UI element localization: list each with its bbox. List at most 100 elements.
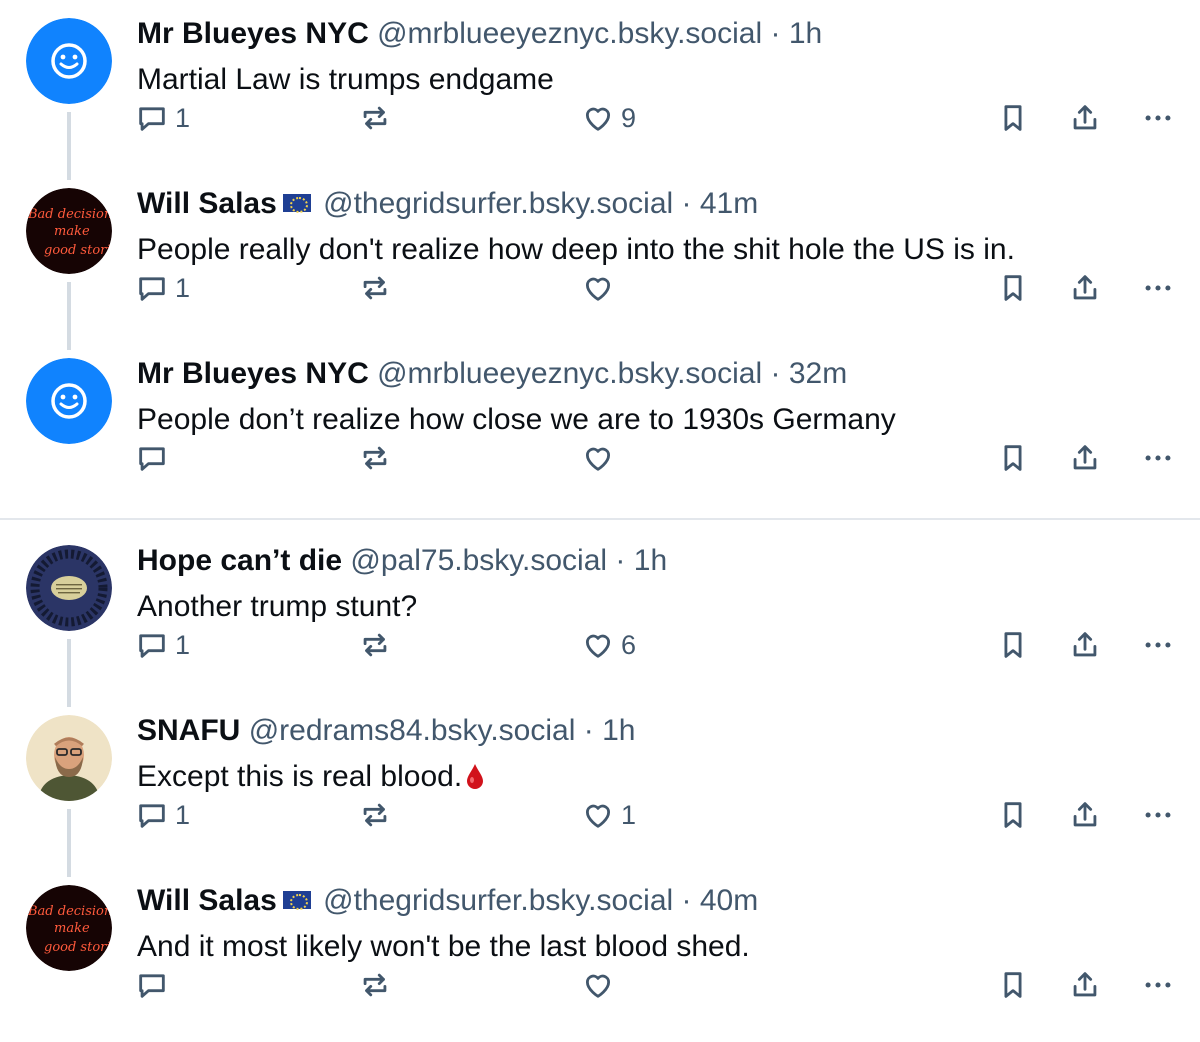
reply-button[interactable]: 1: [135, 625, 190, 665]
heart-icon: [585, 107, 611, 131]
heart-icon: [585, 447, 611, 471]
bookmark-button[interactable]: [996, 965, 1030, 1005]
avatar[interactable]: [26, 18, 112, 104]
author-name[interactable]: Mr Blueyes NYC: [137, 357, 369, 390]
more-dots-icon: [1145, 285, 1171, 291]
reply-bubble-icon: [139, 634, 165, 658]
reply-button[interactable]: 1: [135, 98, 190, 138]
repost-arrows-icon: [363, 276, 387, 300]
reply-button[interactable]: 1: [135, 268, 190, 308]
post[interactable]: SNAFU @redrams84.bsky.social · 1h Except…: [0, 691, 1200, 873]
post-time[interactable]: 40m: [700, 884, 758, 917]
author-name[interactable]: Hope can’t die: [137, 544, 342, 577]
post[interactable]: Mr Blueyes NYC @mrblueeyeznyc.bsky.socia…: [0, 0, 1200, 176]
post[interactable]: Bad decisions make good stories Will Sal…: [0, 861, 1200, 1037]
repost-button[interactable]: [358, 268, 392, 308]
share-button[interactable]: [1068, 965, 1102, 1005]
post-header: Mr Blueyes NYC @mrblueeyeznyc.bsky.socia…: [137, 354, 847, 394]
thread-line: [67, 164, 71, 180]
more-options-button[interactable]: [1141, 625, 1175, 665]
share-icon: [1073, 105, 1097, 130]
bookmark-button[interactable]: [996, 438, 1030, 478]
author-handle[interactable]: @mrblueeyeznyc.bsky.social: [377, 17, 762, 50]
smiley-default-avatar-icon: [26, 358, 112, 444]
author-name[interactable]: Will Salas: [137, 884, 277, 917]
thread-line: [67, 334, 71, 350]
post-actions: [0, 438, 1200, 478]
reply-button[interactable]: 1: [135, 795, 190, 835]
bookmark-icon: [1004, 632, 1022, 658]
thread-line: [67, 861, 71, 877]
author-handle[interactable]: @thegridsurfer.bsky.social: [323, 884, 673, 917]
repost-button[interactable]: [358, 98, 392, 138]
reply-count: 1: [175, 629, 191, 660]
post-time[interactable]: 1h: [634, 544, 667, 577]
reply-bubble-icon: [139, 447, 165, 471]
more-options-button[interactable]: [1141, 268, 1175, 308]
share-button[interactable]: [1068, 98, 1102, 138]
repost-button[interactable]: [358, 965, 392, 1005]
share-icon: [1073, 972, 1097, 997]
bookmark-icon: [1004, 275, 1022, 301]
bookmark-button[interactable]: [996, 268, 1030, 308]
post[interactable]: Bad decisions make good stories Will Sal…: [0, 164, 1200, 346]
author-name[interactable]: Mr Blueyes NYC: [137, 17, 369, 50]
bookmark-button[interactable]: [996, 625, 1030, 665]
bookmark-button[interactable]: [996, 795, 1030, 835]
like-button[interactable]: 9: [581, 98, 636, 138]
avatar[interactable]: Bad decisions make good stories: [26, 885, 112, 971]
repost-arrows-icon: [363, 633, 387, 657]
avatar[interactable]: Bad decisions make good stories: [26, 188, 112, 274]
post-text: People don’t realize how close we are to…: [137, 403, 896, 436]
like-button[interactable]: [581, 438, 621, 478]
author-handle[interactable]: @redrams84.bsky.social: [249, 714, 576, 747]
repost-button[interactable]: [358, 438, 392, 478]
bookmark-button[interactable]: [996, 98, 1030, 138]
more-options-button[interactable]: [1141, 438, 1175, 478]
post-header: SNAFU @redrams84.bsky.social · 1h: [137, 711, 635, 751]
thread-divider: [0, 518, 1200, 520]
post-time[interactable]: 1h: [789, 17, 822, 50]
author-handle[interactable]: @mrblueeyeznyc.bsky.social: [377, 357, 762, 390]
author-name[interactable]: SNAFU: [137, 714, 240, 747]
post[interactable]: Hope can’t die @pal75.bsky.social · 1h A…: [0, 527, 1200, 703]
more-options-button[interactable]: [1141, 795, 1175, 835]
share-button[interactable]: [1068, 795, 1102, 835]
repost-button[interactable]: [358, 625, 392, 665]
more-dots-icon: [1145, 642, 1171, 648]
reply-button[interactable]: [135, 965, 175, 1005]
author-handle[interactable]: @thegridsurfer.bsky.social: [323, 187, 673, 220]
author-name[interactable]: Will Salas: [137, 187, 277, 220]
more-options-button[interactable]: [1141, 98, 1175, 138]
reply-button[interactable]: [135, 438, 175, 478]
share-icon: [1073, 275, 1097, 300]
post[interactable]: Mr Blueyes NYC @mrblueeyeznyc.bsky.socia…: [0, 334, 1200, 510]
share-icon: [1073, 445, 1097, 470]
post-time[interactable]: 32m: [789, 357, 847, 390]
share-icon: [1073, 802, 1097, 827]
share-button[interactable]: [1068, 438, 1102, 478]
avatar[interactable]: [26, 358, 112, 444]
repost-button[interactable]: [358, 795, 392, 835]
more-options-button[interactable]: [1141, 965, 1175, 1005]
post-time[interactable]: 41m: [700, 187, 758, 220]
reply-count: 1: [175, 102, 191, 133]
post-actions: 1 9: [0, 98, 1200, 138]
like-button[interactable]: 6: [581, 625, 636, 665]
share-button[interactable]: [1068, 625, 1102, 665]
like-button[interactable]: [581, 965, 621, 1005]
post-time[interactable]: 1h: [602, 714, 635, 747]
like-button[interactable]: [581, 268, 621, 308]
post-text: Martial Law is trumps endgame: [137, 63, 554, 96]
avatar-sign-line: Bad decisions: [27, 207, 112, 222]
reply-bubble-icon: [139, 974, 165, 998]
avatar[interactable]: [26, 715, 112, 801]
avatar[interactable]: [26, 545, 112, 631]
eu-flag-icon: [282, 891, 311, 910]
like-button[interactable]: 1: [581, 795, 636, 835]
share-button[interactable]: [1068, 268, 1102, 308]
neon-sign-avatar-icon: Bad decisions make good stories: [26, 885, 112, 971]
author-handle[interactable]: @pal75.bsky.social: [350, 544, 607, 577]
reply-bubble-icon: [139, 107, 165, 131]
avatar-sign-line: good stories: [44, 243, 112, 258]
